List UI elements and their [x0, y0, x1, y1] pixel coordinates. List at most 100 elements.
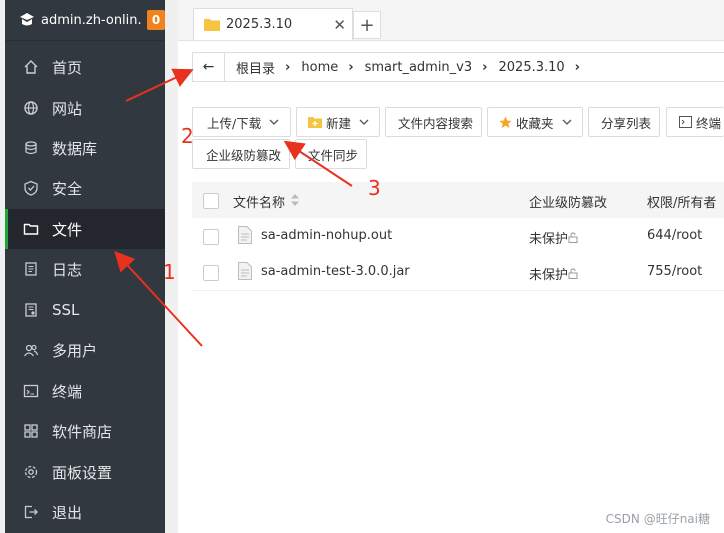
tab-bar: 2025.3.10 ✕ +	[178, 0, 724, 41]
file-icon	[238, 262, 252, 280]
permission-owner[interactable]: 644/root	[647, 228, 702, 243]
chevron-down-icon	[269, 119, 279, 125]
button-label: 上传/下载	[207, 115, 262, 131]
add-tab-button[interactable]: +	[353, 11, 381, 39]
nav-label: SSL	[52, 301, 80, 319]
tamper-proof-button[interactable]: 企业级防篡改	[192, 139, 290, 169]
nav-item-database[interactable]: 数据库	[5, 128, 165, 168]
breadcrumb: ← 根目录 › home › smart_admin_v3 › 2025.3.1…	[192, 52, 724, 82]
nav-label: 日志	[52, 260, 83, 279]
nav-item-app-store[interactable]: 软件商店	[5, 411, 165, 451]
nav-item-ssl[interactable]: SSL	[5, 290, 165, 330]
nav-item-website[interactable]: 网站	[5, 88, 165, 128]
nav-label: 数据库	[52, 139, 98, 158]
nav-label: 网站	[52, 99, 83, 118]
file-name[interactable]: sa-admin-test-3.0.0.jar	[261, 264, 410, 279]
file-content-search-button[interactable]: 文件内容搜索	[385, 107, 482, 137]
terminal-icon	[679, 116, 692, 128]
breadcrumb-root[interactable]: 根目录	[236, 58, 275, 77]
home-icon	[22, 58, 40, 76]
breadcrumb-current[interactable]: 2025.3.10	[499, 60, 565, 75]
nav-label: 软件商店	[52, 422, 113, 441]
nav-item-terminal[interactable]: 终端	[5, 371, 165, 411]
button-label: 收藏夹	[516, 115, 554, 131]
server-name: admin.zh-onlin...	[41, 12, 141, 28]
upload-download-button[interactable]: 上传/下载	[192, 107, 291, 137]
watermark: CSDN @旺仔nai糖	[605, 512, 710, 526]
button-label: 分享列表	[601, 115, 652, 131]
nav-label: 安全	[52, 179, 83, 198]
button-label: 新建	[326, 115, 352, 131]
chevron-right-icon: ›	[348, 59, 354, 75]
terminal-button[interactable]: 终端	[666, 107, 724, 137]
nav-label: 首页	[52, 58, 83, 77]
gear-icon	[22, 463, 40, 481]
button-label: 企业级防篡改	[206, 147, 282, 163]
tab-label: 2025.3.10	[226, 17, 293, 32]
file-sync-button[interactable]: 文件同步	[295, 139, 367, 169]
logout-icon	[22, 503, 40, 521]
annotation-label-2: 2	[181, 124, 194, 148]
annotation-label-1: 1	[163, 260, 176, 284]
nav-label: 面板设置	[52, 463, 113, 482]
annotation-label-3: 3	[368, 176, 381, 200]
button-label: 文件内容搜索	[398, 115, 474, 131]
chevron-down-icon	[359, 119, 369, 125]
breadcrumb-home[interactable]: home	[301, 60, 338, 75]
nav-item-home[interactable]: 首页	[5, 47, 165, 87]
chevron-down-icon	[562, 119, 571, 125]
notification-badge[interactable]: 0	[147, 10, 165, 30]
new-button[interactable]: 新建	[296, 107, 380, 137]
tamper-status: 未保护	[529, 268, 569, 283]
nav-label: 退出	[52, 503, 83, 522]
users-icon	[22, 341, 40, 359]
close-tab-icon[interactable]: ✕	[333, 16, 346, 34]
apps-icon	[22, 422, 40, 440]
log-icon	[22, 260, 40, 278]
globe-icon	[22, 99, 40, 117]
brand-header[interactable]: admin.zh-onlin... 0	[5, 0, 165, 41]
database-icon	[22, 139, 40, 157]
ssl-icon	[22, 301, 40, 319]
shield-icon	[22, 179, 40, 197]
chevron-right-icon: ›	[482, 59, 488, 75]
nav-item-multi-user[interactable]: 多用户	[5, 330, 165, 370]
file-icon	[238, 226, 252, 244]
new-folder-icon	[308, 117, 322, 128]
sort-icon[interactable]	[291, 194, 299, 206]
panel-logo-icon	[20, 13, 34, 26]
breadcrumb-project[interactable]: smart_admin_v3	[365, 60, 473, 75]
column-header-permission: 权限/所有者	[647, 196, 717, 211]
chevron-right-icon: ›	[574, 59, 581, 75]
nav-item-security[interactable]: 安全	[5, 168, 165, 208]
row-checkbox[interactable]	[203, 265, 219, 281]
permission-owner[interactable]: 755/root	[647, 264, 702, 279]
favorites-button[interactable]: 收藏夹	[487, 107, 583, 137]
column-header-tamper: 企业级防篡改	[529, 196, 608, 211]
button-label: 文件同步	[308, 147, 359, 163]
unlock-icon[interactable]	[568, 232, 579, 243]
file-name[interactable]: sa-admin-nohup.out	[261, 228, 392, 243]
nav-item-panel-settings[interactable]: 面板设置	[5, 452, 165, 492]
nav-item-logs[interactable]: 日志	[5, 249, 165, 289]
select-all-checkbox[interactable]	[203, 193, 219, 209]
nav-item-files[interactable]: 文件	[5, 209, 165, 249]
star-icon	[499, 115, 512, 128]
nav-label: 文件	[52, 220, 83, 239]
tamper-status: 未保护	[529, 232, 569, 247]
chevron-right-icon: ›	[285, 59, 291, 75]
unlock-icon[interactable]	[568, 268, 579, 279]
row-checkbox[interactable]	[203, 229, 219, 245]
terminal-icon	[22, 382, 40, 400]
folder-icon	[22, 220, 40, 238]
nav-item-logout[interactable]: 退出	[5, 492, 165, 532]
back-button[interactable]: ←	[193, 53, 225, 81]
table-row[interactable]: sa-admin-test-3.0.0.jar 未保护 755/root	[192, 254, 724, 291]
table-row[interactable]: sa-admin-nohup.out 未保护 644/root	[192, 218, 724, 255]
sidebar: admin.zh-onlin... 0 首页 网站 数据库 安全 文件 日志 S…	[5, 0, 165, 533]
nav-label: 终端	[52, 382, 83, 401]
column-header-name[interactable]: 文件名称	[233, 192, 285, 211]
tab-current-folder[interactable]: 2025.3.10 ✕	[193, 8, 353, 40]
share-list-button[interactable]: 分享列表	[588, 107, 660, 137]
folder-icon	[204, 19, 220, 31]
